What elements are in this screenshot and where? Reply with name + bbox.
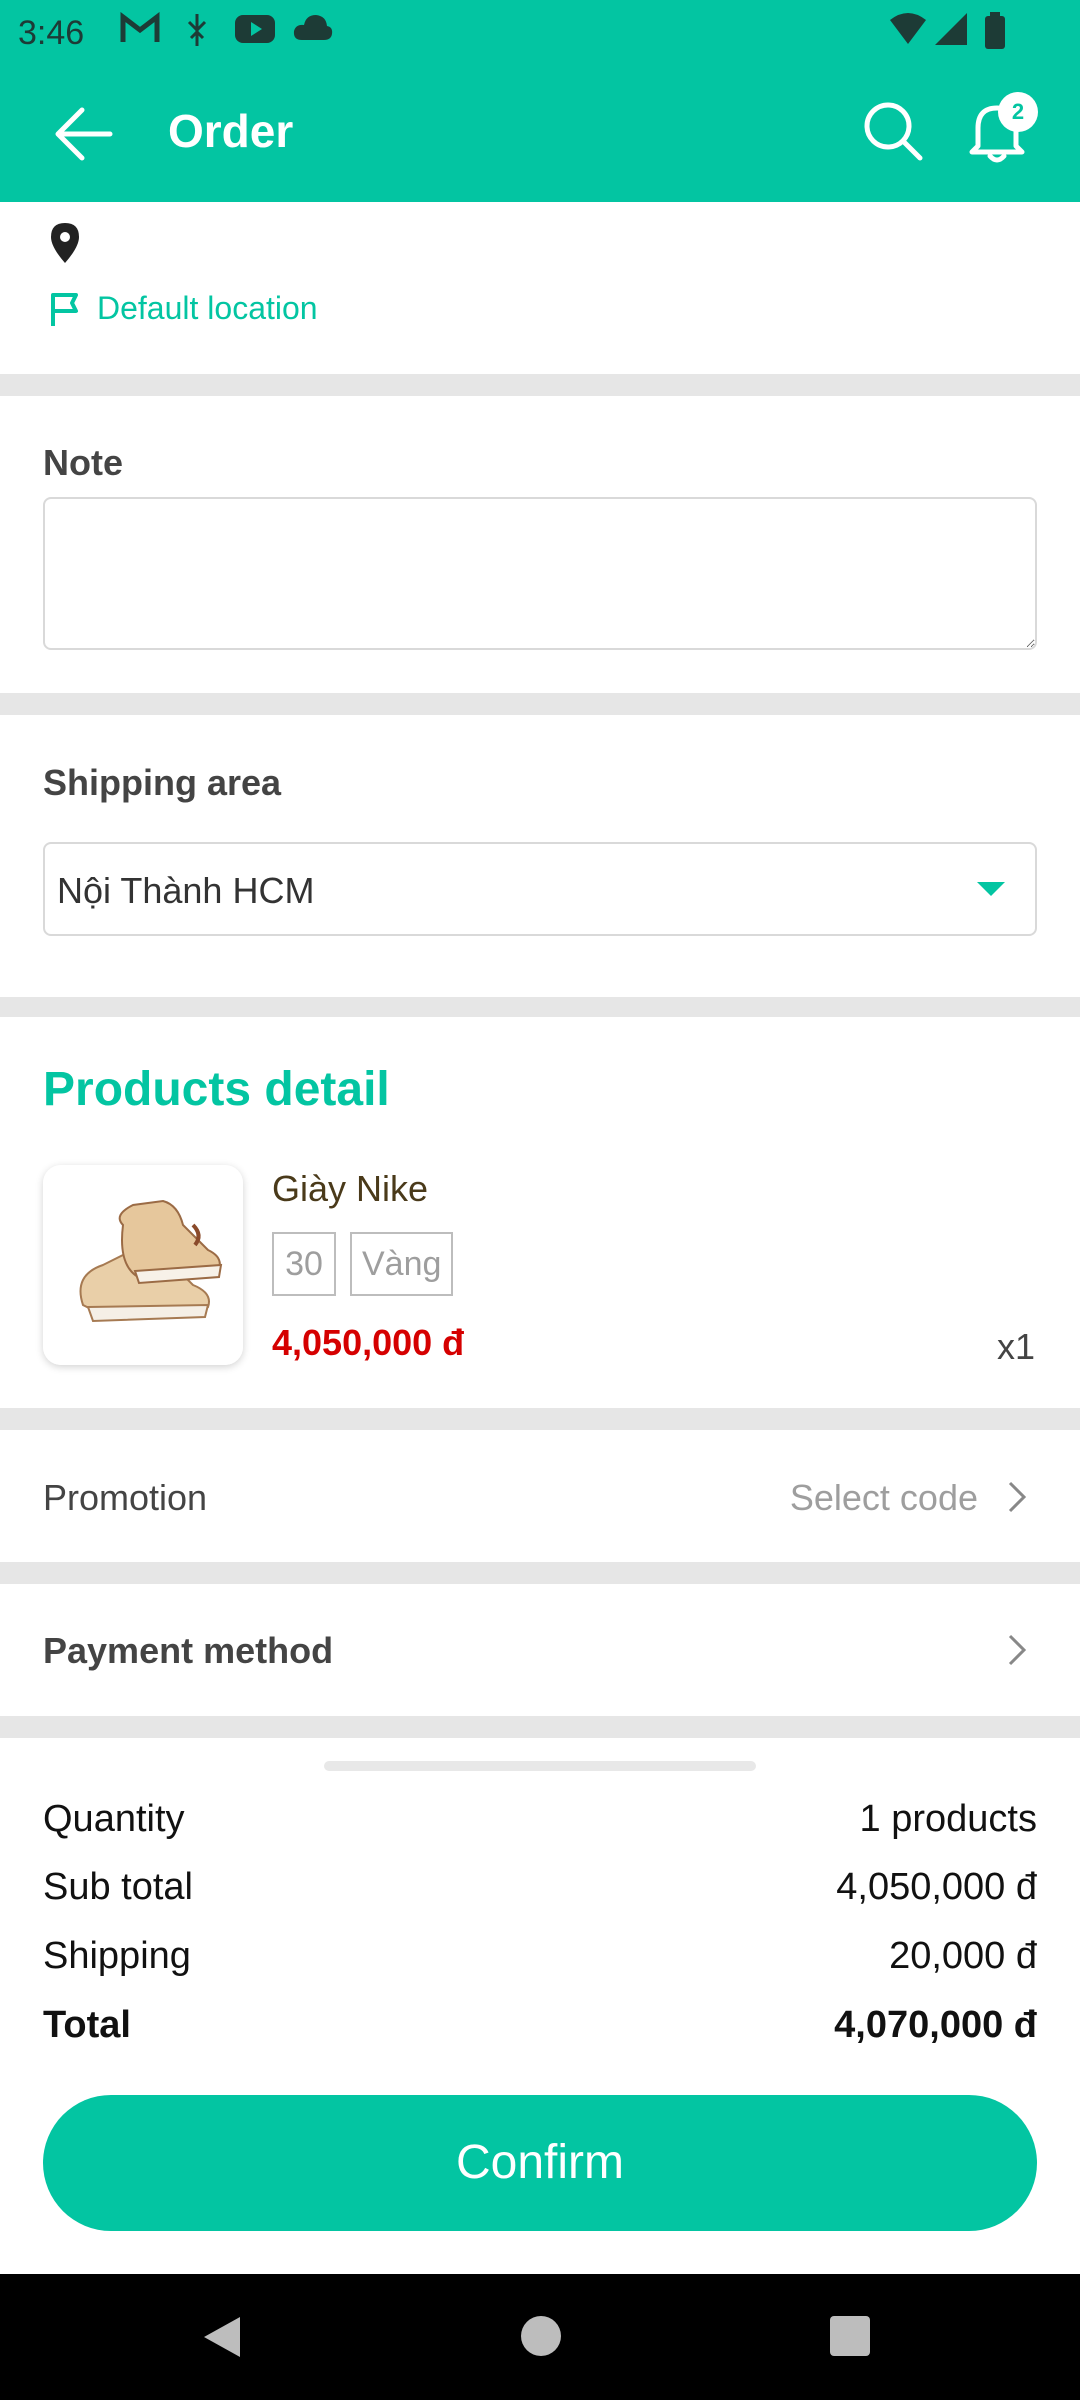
gmail-icon — [120, 12, 160, 42]
quantity-label: Quantity — [43, 1798, 185, 1840]
shipping-area-select[interactable]: Nội Thành HCM — [43, 842, 1037, 936]
flag-icon — [51, 293, 78, 326]
nav-recents-icon[interactable] — [830, 2316, 870, 2356]
default-location-label[interactable]: Default location — [97, 290, 318, 327]
total-label: Total — [43, 2004, 131, 2046]
page-title: Order — [168, 105, 294, 157]
signal-icon — [935, 13, 967, 45]
product-name: Giày Nike — [272, 1168, 429, 1209]
sneaker-image — [43, 1165, 243, 1365]
product-thumbnail[interactable] — [43, 1165, 243, 1365]
quantity-value: 1 products — [859, 1798, 1037, 1840]
battery-icon — [985, 12, 1005, 49]
nav-home-icon[interactable] — [521, 2316, 561, 2356]
promotion-hint: Select code — [789, 1477, 978, 1518]
products-detail-title: Products detail — [43, 1063, 390, 1116]
bottom-sheet-handle[interactable] — [324, 1761, 756, 1771]
shipping-value: 20,000 đ — [889, 1935, 1037, 1977]
section-divider — [0, 1716, 1080, 1738]
system-nav-bar — [0, 2274, 1080, 2400]
status-time: 3:46 — [18, 14, 85, 52]
youtube-icon — [235, 15, 275, 43]
total-value: 4,070,000 đ — [834, 2004, 1037, 2046]
section-divider — [0, 374, 1080, 396]
usb-icon — [187, 14, 207, 46]
subtotal-label: Sub total — [43, 1866, 193, 1908]
product-color-tag: Vàng — [350, 1232, 454, 1296]
cloud-icon — [293, 15, 333, 40]
product-price: 4,050,000 đ — [272, 1322, 465, 1363]
product-size-tag: 30 — [272, 1232, 336, 1296]
nav-back-icon[interactable] — [200, 2314, 244, 2360]
shipping-area-value: Nội Thành HCM — [57, 870, 315, 911]
note-label: Note — [43, 442, 123, 483]
promotion-label: Promotion — [43, 1477, 208, 1518]
wifi-icon — [890, 13, 926, 44]
chevron-right-icon — [1008, 1634, 1027, 1666]
confirm-button[interactable]: Confirm — [43, 2095, 1037, 2231]
status-bar: 3:46 — [0, 0, 1080, 64]
shipping-area-label: Shipping area — [43, 762, 282, 803]
subtotal-value: 4,050,000 đ — [836, 1866, 1037, 1908]
location-pin-icon — [51, 223, 79, 263]
search-icon[interactable] — [862, 100, 924, 162]
payment-method-label: Payment method — [43, 1630, 334, 1671]
back-arrow-icon[interactable] — [52, 104, 114, 164]
shipping-label: Shipping — [43, 1935, 191, 1977]
dropdown-caret-icon — [977, 882, 1005, 896]
section-divider — [0, 1408, 1080, 1430]
section-divider — [0, 1562, 1080, 1584]
section-divider — [0, 693, 1080, 715]
note-input[interactable] — [43, 497, 1037, 650]
product-quantity: x1 — [996, 1326, 1035, 1367]
chevron-right-icon — [1008, 1481, 1027, 1513]
notification-badge: 2 — [998, 92, 1038, 132]
app-bar: Order 2 — [0, 64, 1080, 202]
section-divider — [0, 997, 1080, 1017]
